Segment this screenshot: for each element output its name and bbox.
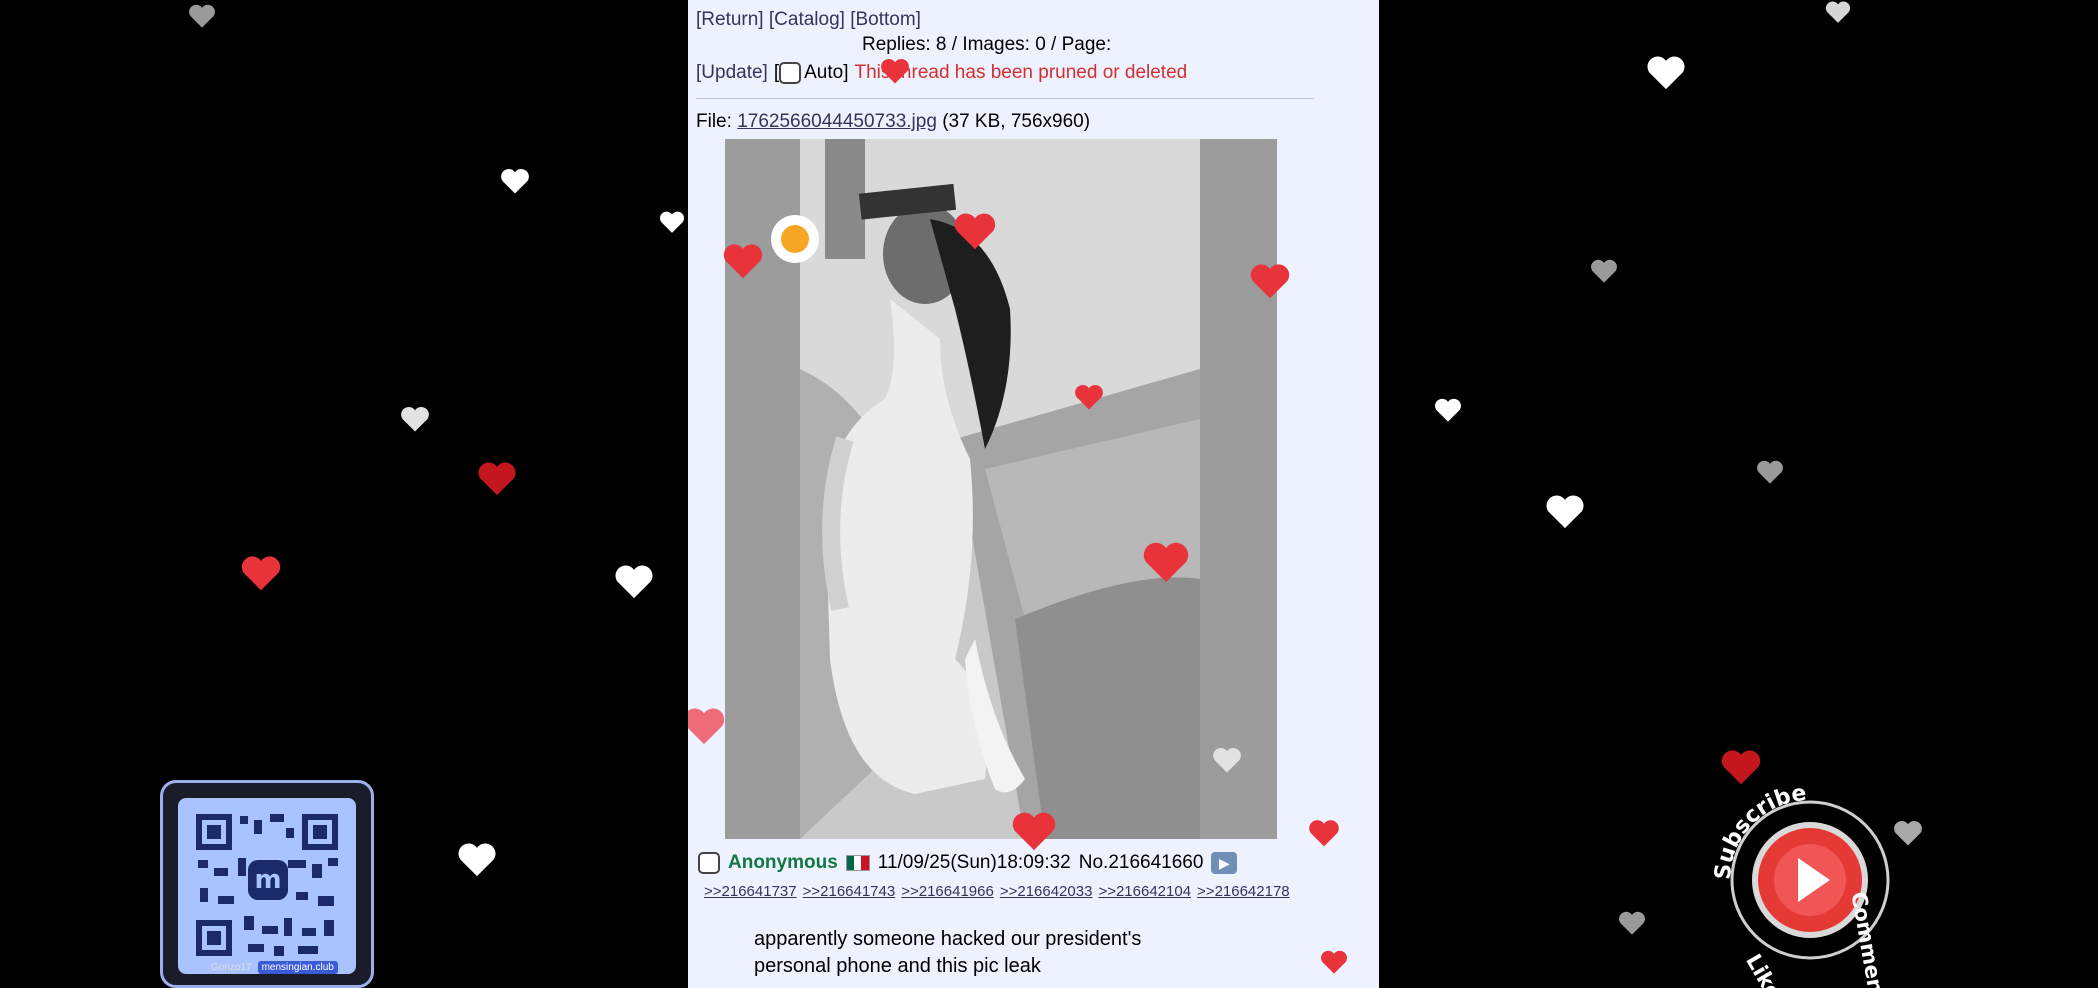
qr-code-card[interactable]: m Gonzo17 mensingian.club [160, 780, 374, 988]
post-number[interactable]: No.216641660 [1079, 852, 1204, 874]
bottom-link[interactable]: [Bottom] [850, 9, 921, 30]
qr-caption: Gonzo17 [211, 962, 252, 973]
auto-update-checkbox[interactable] [779, 62, 802, 84]
file-link[interactable]: 1762566044450733.jpg [737, 111, 937, 132]
heart-icon [1321, 950, 1347, 974]
heart-icon [1012, 812, 1056, 851]
heart-icon [1250, 264, 1290, 299]
heart-icon [1435, 398, 1461, 422]
heart-icon [458, 843, 496, 877]
qr-code: m [178, 798, 356, 974]
post-message: apparently someone hacked our president'… [754, 926, 1234, 980]
heart-icon [954, 213, 996, 250]
heart-icon [1619, 911, 1645, 935]
heart-icon [1143, 542, 1189, 582]
heart-icon [1825, 1, 1851, 23]
backlink[interactable]: >>216641743 [803, 883, 896, 900]
file-info: File: 1762566044450733.jpg (37 KB, 756x9… [696, 111, 1090, 133]
heart-icon [1075, 384, 1103, 410]
subscribe-widget[interactable]: Subscribe Comment Like [1700, 770, 1920, 988]
photo-illustration [725, 139, 1277, 839]
divider [696, 98, 1314, 99]
country-flag-icon [845, 855, 870, 871]
svg-text:m: m [254, 865, 281, 895]
thread-stats: Replies: 8 / Images: 0 / Page: [862, 34, 1112, 55]
poster-name: Anonymous [728, 852, 838, 873]
backlink[interactable]: >>216641966 [901, 883, 994, 900]
heart-icon [478, 462, 516, 496]
update-bar: [Update] [ Auto] This thread has been pr… [696, 62, 1187, 84]
return-link[interactable]: [Return] [696, 9, 764, 30]
heart-icon [189, 4, 215, 28]
heart-icon [723, 244, 763, 279]
qr-caption-row: Gonzo17 mensingian.club [211, 961, 338, 974]
heart-icon [688, 708, 725, 745]
post-message-line: personal phone and this pic leak [754, 955, 1041, 977]
heart-icon [1591, 259, 1617, 283]
post-datetime: 11/09/25(Sun)18:09:32 [877, 852, 1071, 873]
heart-icon [659, 211, 685, 233]
file-meta: (37 KB, 756x960) [942, 111, 1091, 132]
auto-label: Auto] [804, 62, 849, 83]
backlink[interactable]: >>216642033 [1000, 883, 1093, 900]
file-prefix: File: [696, 111, 738, 132]
heart-icon [241, 556, 281, 591]
post-image[interactable] [725, 139, 1277, 839]
heart-icon [615, 565, 653, 599]
backlinks: >>216641737 >>216641743 >>216641966 >>21… [704, 883, 1290, 900]
qr-badge: mensingian.club [257, 961, 338, 974]
heart-icon [501, 168, 529, 194]
thread-nav: [Return] [Catalog] [Bottom] [696, 9, 921, 31]
backlink[interactable]: >>216642178 [1197, 883, 1290, 900]
backlink[interactable]: >>216641737 [704, 883, 797, 900]
post-header: Anonymous 11/09/25(Sun)18:09:32 No.21664… [698, 852, 1238, 874]
heart-icon [881, 58, 909, 84]
catalog-link[interactable]: [Catalog] [769, 9, 845, 30]
heart-icon [1546, 495, 1584, 529]
heart-icon [1647, 56, 1685, 90]
heart-icon [401, 406, 429, 432]
post-menu-arrow-icon[interactable]: ▶ [1211, 852, 1238, 874]
thread-panel: [Return] [Catalog] [Bottom] Replies: 8 /… [688, 0, 1379, 988]
post-message-line: apparently someone hacked our president'… [754, 928, 1142, 950]
update-link[interactable]: [Update] [696, 62, 768, 84]
backlink[interactable]: >>216642104 [1098, 883, 1191, 900]
post-select-checkbox[interactable] [698, 852, 720, 874]
heart-icon [1309, 820, 1339, 847]
heart-icon [1213, 747, 1241, 773]
heart-icon [1757, 460, 1783, 484]
